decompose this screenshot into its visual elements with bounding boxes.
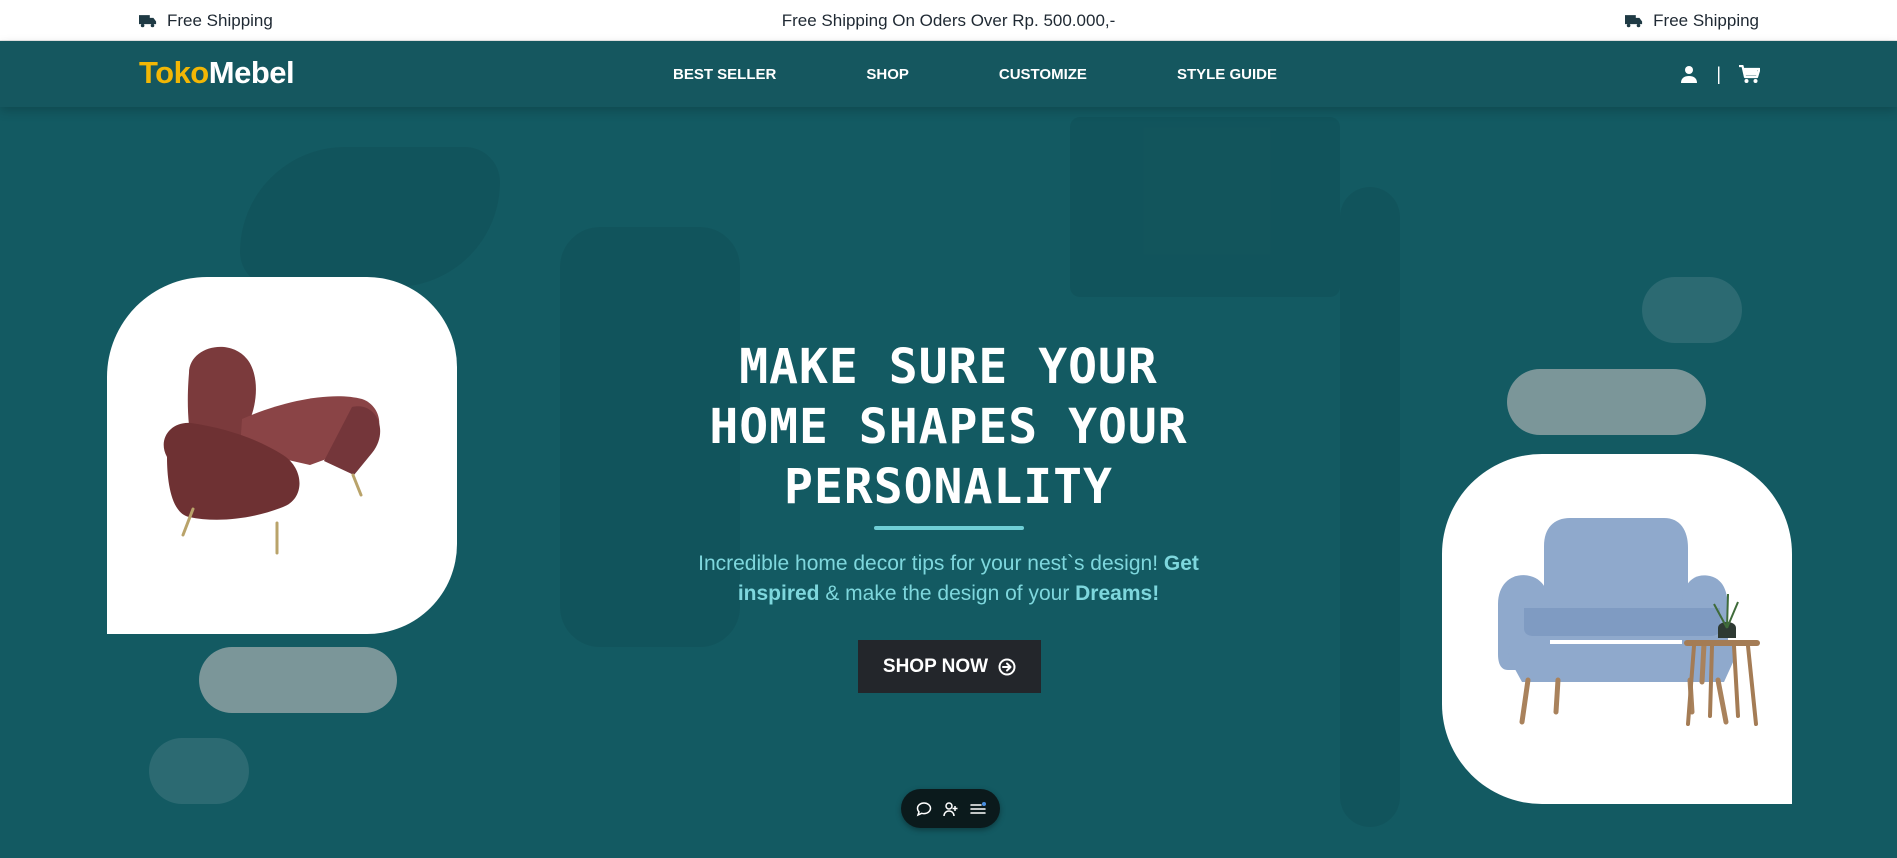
hero-section: MAKE SURE YOUR HOME SHAPES YOUR PERSONAL… xyxy=(0,107,1897,858)
brand-part-mebel: Mebel xyxy=(208,55,295,90)
arrow-circle-right-icon xyxy=(998,658,1016,675)
headline-line-3: PERSONALITY xyxy=(784,459,1113,515)
nav-actions: | xyxy=(1680,41,1760,107)
chat-icon[interactable] xyxy=(916,801,932,817)
truck-icon xyxy=(1625,14,1643,27)
nav-link-best-seller[interactable]: BEST SELLER xyxy=(673,66,776,83)
headline-line-2: HOME SHAPES YOUR xyxy=(709,399,1188,455)
user-icon[interactable] xyxy=(1680,65,1698,83)
decor-pill xyxy=(1642,277,1742,343)
announcement-bar: Free Shipping Free Shipping On Oders Ove… xyxy=(0,0,1897,41)
shop-now-button[interactable]: SHOP NOW xyxy=(858,640,1041,693)
subtext-part-2: & make the design of your xyxy=(819,582,1076,605)
hero-subtext: Incredible home decor tips for your nest… xyxy=(660,549,1237,609)
headline-line-1: MAKE SURE YOUR xyxy=(739,339,1158,395)
promo-message: Free Shipping On Oders Over Rp. 500.000,… xyxy=(0,0,1897,41)
floating-toolbar xyxy=(901,789,1000,828)
brand-part-toko: Toko xyxy=(139,55,209,90)
free-shipping-right: Free Shipping xyxy=(1625,0,1759,41)
nav-separator: | xyxy=(1716,63,1721,84)
nav-link-style-guide[interactable]: STYLE GUIDE xyxy=(1177,66,1277,83)
bg-decoration xyxy=(240,147,500,287)
nav-link-customize[interactable]: CUSTOMIZE xyxy=(999,66,1087,83)
nav-link-shop[interactable]: SHOP xyxy=(866,66,909,83)
nav-menu: BEST SELLER SHOP CUSTOMIZE STYLE GUIDE xyxy=(673,41,1277,107)
add-user-icon[interactable] xyxy=(942,801,959,817)
hero-headline: MAKE SURE YOUR HOME SHAPES YOUR PERSONAL… xyxy=(0,337,1897,517)
cart-icon[interactable] xyxy=(1739,64,1760,84)
subtext-part-1: Incredible home decor tips for your nest… xyxy=(698,552,1164,575)
subtext-bold-2: Dreams! xyxy=(1075,582,1160,605)
menu-list-icon[interactable] xyxy=(969,801,986,817)
brand-logo[interactable]: TokoMebel xyxy=(139,55,295,91)
promo-text: Free Shipping On Oders Over Rp. 500.000,… xyxy=(781,10,1116,30)
bg-decoration xyxy=(1070,117,1340,297)
shop-now-label: SHOP NOW xyxy=(882,655,989,677)
decor-pill xyxy=(149,738,249,804)
headline-underline xyxy=(874,526,1024,530)
decor-pill xyxy=(199,647,397,713)
free-shipping-right-text: Free Shipping xyxy=(1653,10,1759,30)
main-navbar: TokoMebel BEST SELLER SHOP CUSTOMIZE STY… xyxy=(0,41,1897,107)
